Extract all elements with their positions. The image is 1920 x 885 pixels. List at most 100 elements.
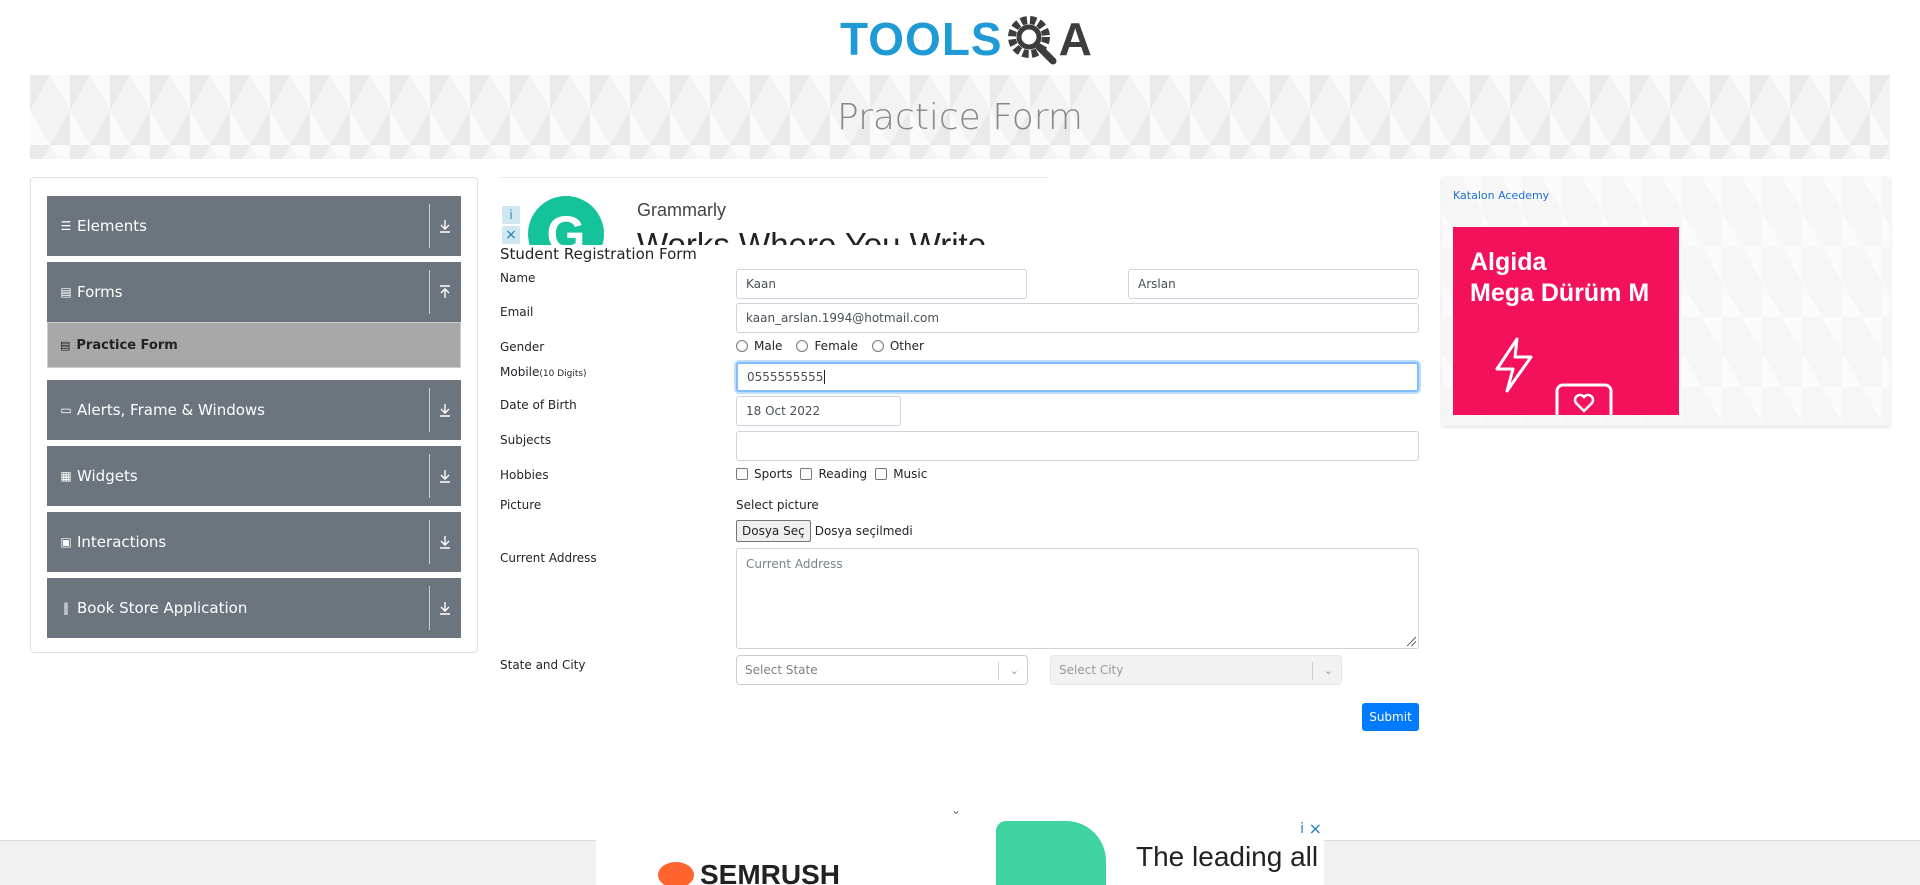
divider bbox=[429, 520, 430, 564]
divider bbox=[429, 388, 430, 432]
radio-button[interactable] bbox=[736, 340, 748, 352]
gender-male-option[interactable]: Male bbox=[736, 339, 782, 353]
email-label: Email bbox=[500, 305, 534, 319]
sidebar-group-forms[interactable]: ▤ Forms bbox=[47, 262, 461, 322]
checkbox-label[interactable]: Sports bbox=[754, 467, 792, 481]
choose-file-button[interactable]: Dosya Seç bbox=[736, 520, 811, 542]
sidebar-group-label: Elements bbox=[77, 217, 147, 235]
sidebar-group-interactions[interactable]: ▣ Interactions bbox=[47, 512, 461, 572]
hobby-sports-option[interactable]: Sports bbox=[736, 467, 792, 481]
sidebar-item-practice-form[interactable]: ▤ Practice Form bbox=[47, 322, 461, 368]
email-input[interactable]: kaan_arslan.1994@hotmail.com bbox=[736, 303, 1419, 333]
hobby-reading-option[interactable]: Reading bbox=[800, 467, 867, 481]
ad-close-icon[interactable]: × bbox=[1309, 819, 1322, 838]
gender-female-option[interactable]: Female bbox=[796, 339, 858, 353]
logo-text-tools: TOOLS bbox=[840, 13, 1003, 65]
sidebar-group-label: Alerts, Frame & Windows bbox=[77, 401, 265, 419]
ad-close-icon[interactable]: × bbox=[502, 226, 520, 244]
chevron-down-icon[interactable]: ⌄ bbox=[951, 803, 961, 817]
address-label: Current Address bbox=[500, 551, 597, 565]
sidebar-item-label: Practice Form bbox=[76, 337, 178, 353]
first-name-input[interactable]: Kaan bbox=[736, 269, 1027, 299]
mobile-value: 0555555555 bbox=[747, 370, 824, 384]
date-of-birth-input[interactable]: 18 Oct 2022 bbox=[736, 396, 901, 426]
ad-slogan: Works Where You Write bbox=[637, 226, 987, 245]
upload-arrow-icon[interactable] bbox=[437, 282, 453, 302]
gear-magnifier-icon bbox=[1007, 16, 1057, 65]
mobile-label: Mobile(10 Digits) bbox=[500, 365, 587, 379]
gender-radio-group: Male Female Other bbox=[736, 339, 932, 353]
sidebar-group-elements[interactable]: ☰ Elements bbox=[47, 196, 461, 256]
radio-button[interactable] bbox=[871, 340, 884, 352]
menu-icon: ☰ bbox=[60, 219, 72, 233]
heart-card-icon bbox=[1555, 383, 1613, 415]
ad-info-icon[interactable]: i bbox=[502, 206, 520, 224]
checkbox[interactable] bbox=[800, 468, 813, 480]
radio-label[interactable]: Other bbox=[890, 339, 924, 353]
download-arrow-icon[interactable] bbox=[437, 466, 453, 486]
divider bbox=[998, 662, 999, 680]
ad-tagline: The leading all bbox=[1136, 841, 1319, 872]
semrush-fire-icon bbox=[658, 862, 694, 885]
sidebar-group-widgets[interactable]: ▦ Widgets bbox=[47, 446, 461, 506]
download-arrow-icon[interactable] bbox=[437, 598, 453, 618]
grammarly-ad[interactable]: i × G Grammarly Works Where You Write bbox=[500, 177, 1048, 245]
page-title: Practice Form bbox=[837, 96, 1083, 138]
ad-info-icon[interactable]: i bbox=[1300, 821, 1304, 837]
divider bbox=[429, 454, 430, 498]
hobby-music-option[interactable]: Music bbox=[875, 467, 927, 481]
file-upload: Dosya Seç Dosya seçilmedi bbox=[736, 520, 913, 542]
download-arrow-icon[interactable] bbox=[437, 216, 453, 236]
text-caret bbox=[824, 370, 826, 384]
page: TOOLS A Practice Form ☰ Elements ▤ Forms bbox=[0, 0, 1920, 885]
resize-handle[interactable] bbox=[1407, 637, 1416, 646]
download-arrow-icon[interactable] bbox=[437, 532, 453, 552]
download-arrow-icon[interactable] bbox=[437, 400, 453, 420]
checkbox[interactable] bbox=[875, 468, 888, 480]
current-address-textarea[interactable]: Current Address bbox=[736, 548, 1419, 649]
picture-label: Picture bbox=[500, 498, 542, 512]
sidebar-group-label: Forms bbox=[77, 283, 123, 301]
logo-text-a: A bbox=[1058, 13, 1093, 65]
sidebar-group-book-store[interactable]: ‖ Book Store Application bbox=[47, 578, 461, 638]
mobile-hint: (10 Digits) bbox=[539, 369, 587, 379]
sidebar: ☰ Elements ▤ Forms ▤ Practice Form ▭ Ale… bbox=[30, 177, 478, 653]
page-banner: Practice Form bbox=[30, 75, 1890, 159]
toolsqa-logo[interactable]: TOOLS A bbox=[840, 12, 1093, 66]
promo-line-2: Mega Dürüm M bbox=[1470, 279, 1650, 307]
window-icon: ▭ bbox=[60, 403, 72, 417]
subjects-input[interactable] bbox=[736, 431, 1419, 461]
gender-other-option[interactable]: Other bbox=[871, 339, 924, 353]
divider bbox=[429, 586, 430, 630]
form-title: Student Registration Form bbox=[500, 245, 697, 263]
katalon-link[interactable]: Katalon Acedemy bbox=[1453, 189, 1549, 202]
mobile-label-text: Mobile bbox=[500, 365, 540, 379]
mobile-input[interactable]: 0555555555 bbox=[736, 362, 1419, 392]
checkbox[interactable] bbox=[736, 468, 748, 480]
semrush-logo: SEMRUSH bbox=[658, 859, 840, 885]
document-icon: ▤ bbox=[60, 338, 71, 352]
radio-button[interactable] bbox=[796, 340, 809, 352]
subjects-label: Subjects bbox=[500, 433, 552, 447]
checkbox-label[interactable]: Reading bbox=[818, 467, 867, 481]
state-city-label: State and City bbox=[500, 658, 586, 672]
last-name-input[interactable]: Arslan bbox=[1128, 269, 1419, 299]
state-select[interactable]: Select State ⌄ bbox=[736, 655, 1028, 685]
sidebar-group-label: Widgets bbox=[77, 467, 138, 485]
chevron-down-icon[interactable]: ⌄ bbox=[1010, 664, 1019, 677]
state-placeholder: Select State bbox=[745, 663, 818, 677]
ad-graphic bbox=[996, 821, 1106, 885]
file-status: Dosya seçilmedi bbox=[814, 524, 913, 538]
radio-label[interactable]: Female bbox=[814, 339, 857, 353]
gender-label: Gender bbox=[500, 340, 545, 354]
semrush-ad[interactable]: SEMRUSH The leading all i × bbox=[596, 817, 1324, 885]
checkbox-label[interactable]: Music bbox=[893, 467, 927, 481]
hobbies-label: Hobbies bbox=[500, 468, 549, 482]
submit-button[interactable]: Submit bbox=[1362, 703, 1419, 731]
document-icon: ▤ bbox=[60, 285, 72, 299]
grid-icon: ▦ bbox=[60, 469, 72, 483]
radio-label[interactable]: Male bbox=[754, 339, 782, 353]
lightning-icon bbox=[1495, 337, 1533, 393]
algida-promo[interactable]: Algida Mega Dürüm M bbox=[1453, 227, 1679, 415]
sidebar-group-alerts[interactable]: ▭ Alerts, Frame & Windows bbox=[47, 380, 461, 440]
